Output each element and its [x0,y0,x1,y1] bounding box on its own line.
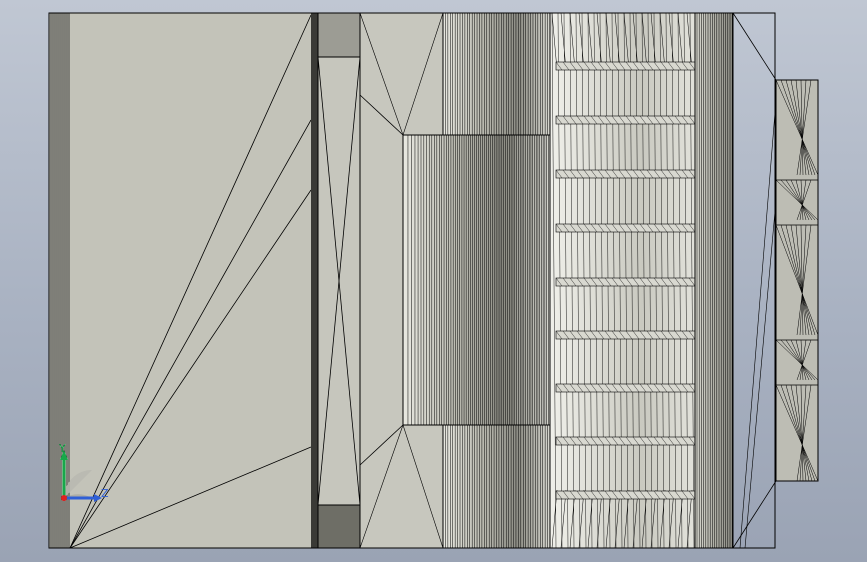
model-wireframe[interactable] [0,0,867,562]
mesh-edge [732,480,777,549]
fin-band [555,223,696,233]
fin-band [555,383,696,393]
x-axis-dot [61,495,67,501]
end-stub [775,79,819,482]
fin-band [555,169,696,179]
flange [311,12,361,549]
mesh-edge [744,199,777,549]
fin-band [555,115,696,125]
fin-band [555,490,696,500]
fin-band [555,330,696,340]
fin-band [555,61,696,71]
mesh-edge [739,99,777,549]
orientation-triad: Y Z [50,440,120,510]
y-axis-label: Y [59,442,66,455]
finned-section [549,12,777,549]
graphics-viewport[interactable]: Y Z [0,0,867,562]
fin-band [555,436,696,446]
mesh-edge [732,12,777,81]
fin-band [555,277,696,287]
middle-body [359,12,551,549]
z-axis-label: Z [101,487,109,500]
